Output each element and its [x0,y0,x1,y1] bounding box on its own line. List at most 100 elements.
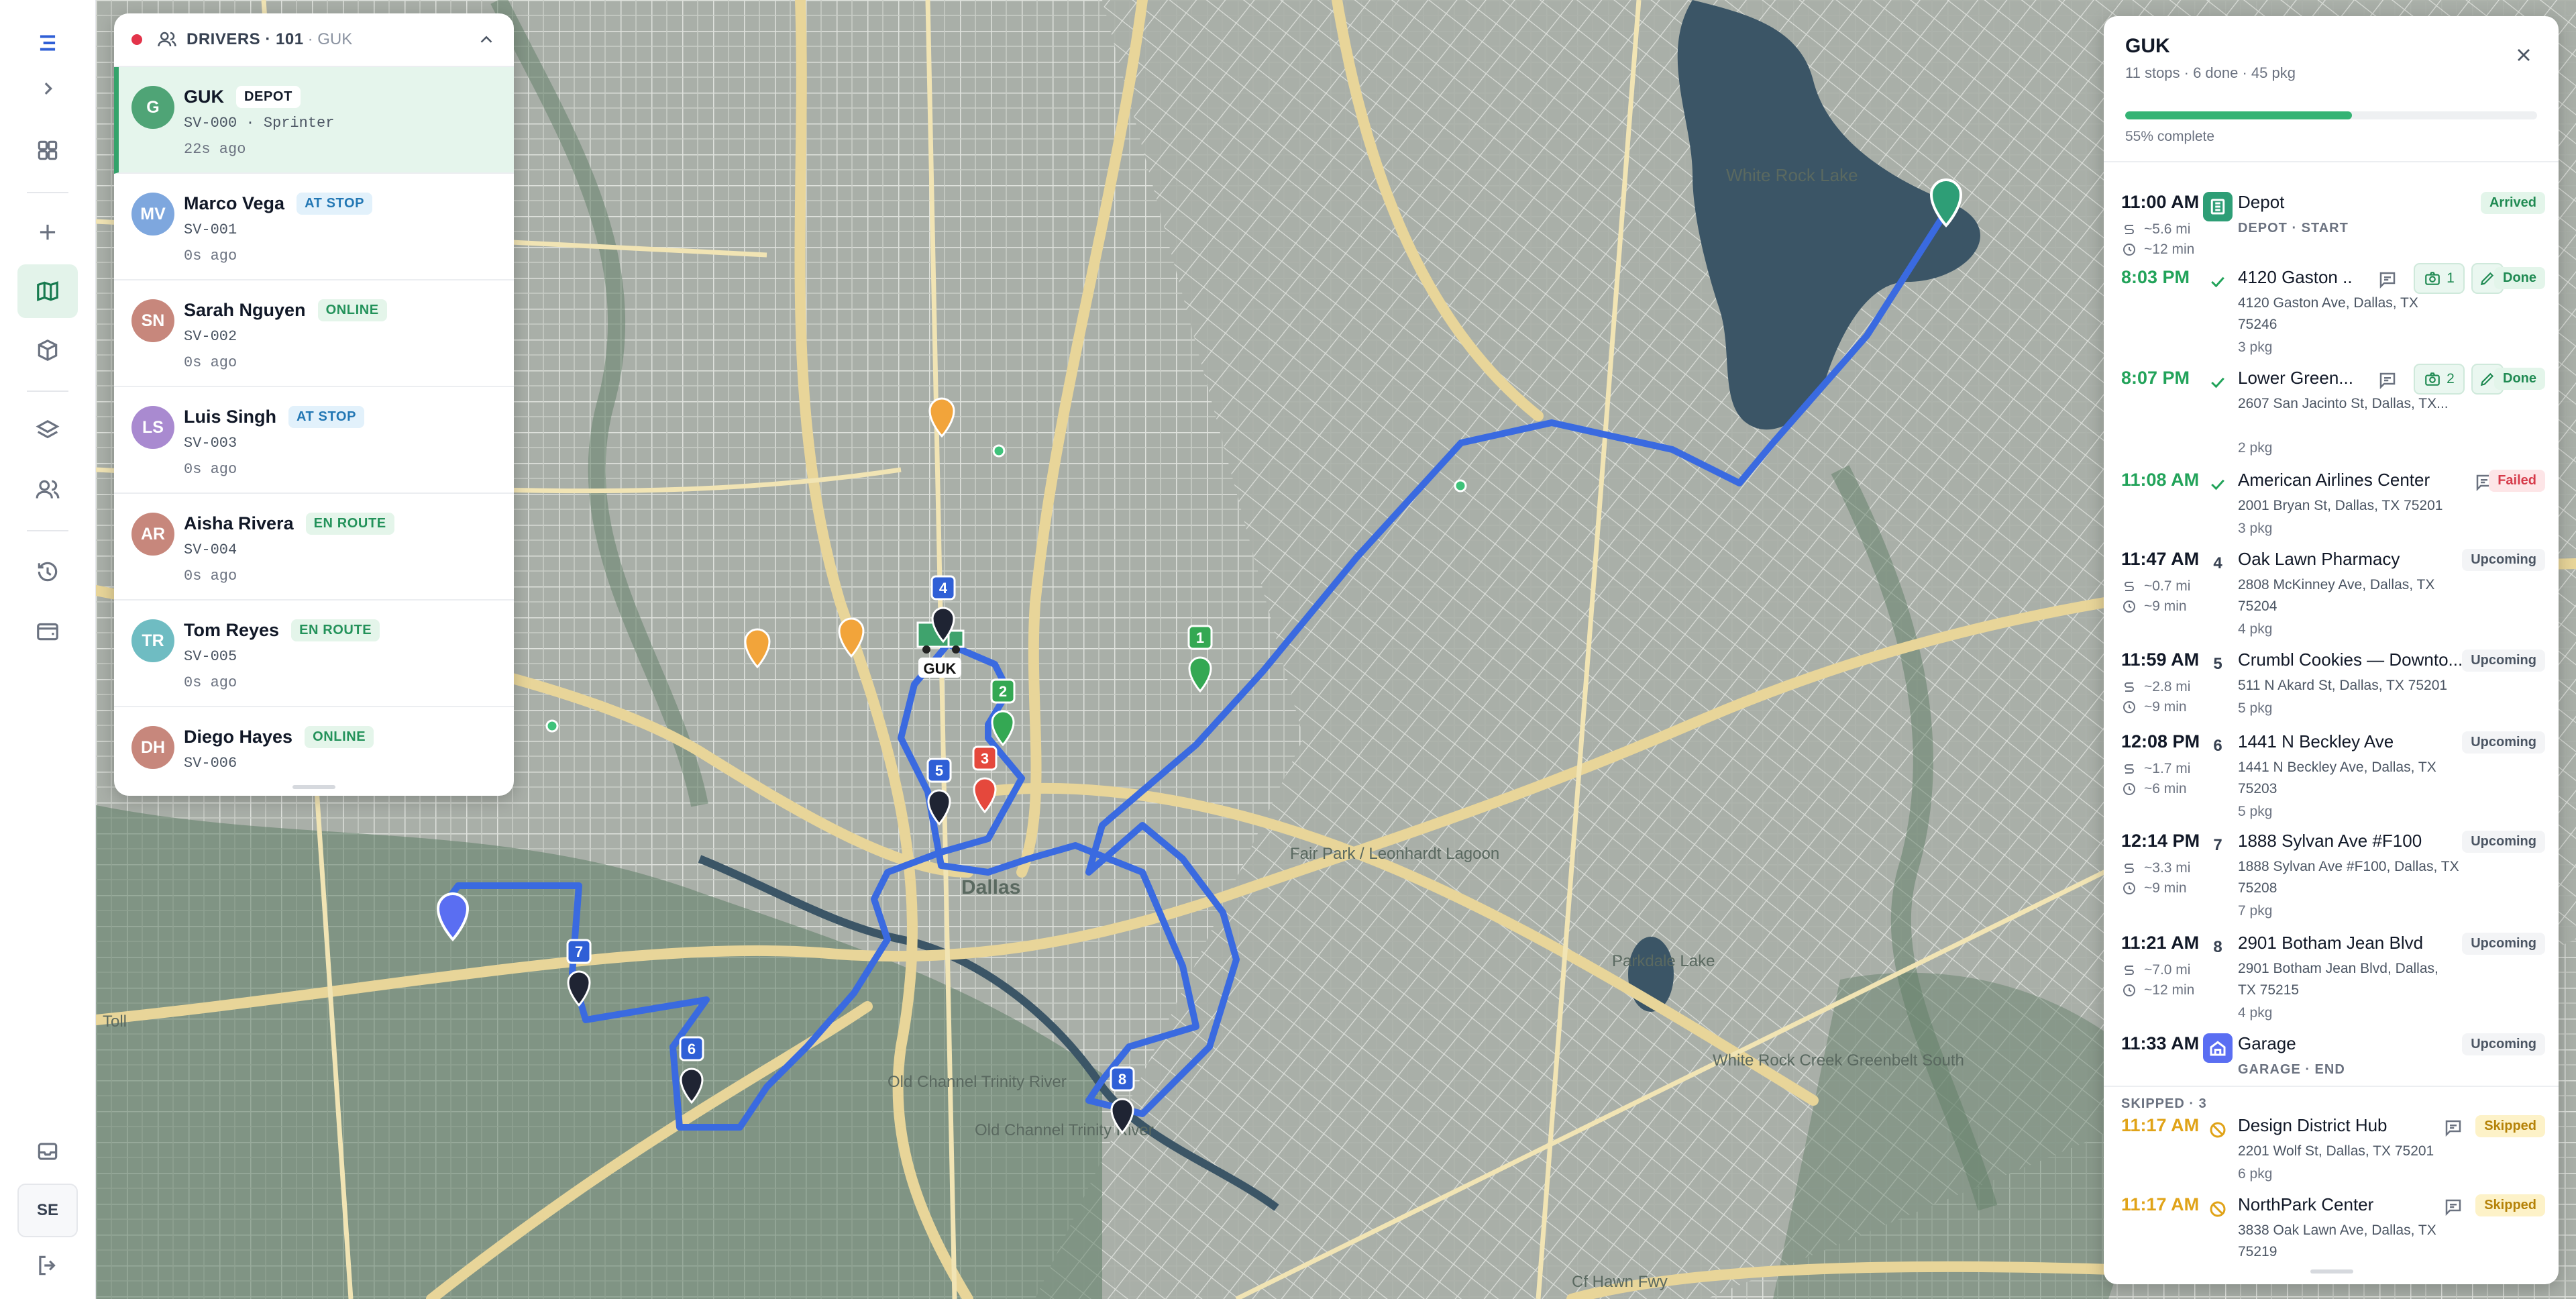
avatar: TR [131,619,174,662]
section-divider [2104,1086,2559,1087]
status-badge: AT STOP [288,406,365,428]
driver-name: Marco Vega [184,193,285,213]
stop-package-count: 5 pkg [2238,804,2273,819]
stop-package-count: 6 pkg [2238,1166,2273,1182]
driver-row[interactable]: LS Luis Singh AT STOP SV-003 0s ago [114,387,514,494]
photos-button[interactable]: 1 [2414,263,2465,294]
rail-divider [27,192,68,193]
driver-row[interactable]: AR Aisha Rivera EN ROUTE SV-004 0s ago [114,494,514,601]
route-driver-title: GUK [2125,35,2170,57]
close-icon[interactable] [2513,44,2534,66]
driver-name: GUK [184,87,224,107]
leg-duration-value: ~9 min [2144,880,2187,896]
left-rail: SE [0,0,96,1299]
stop-address: 511 N Akard St, Dallas, TX 75201 [2238,678,2448,693]
stop-status-badge: Failed [2489,470,2545,492]
map-icon[interactable] [17,264,78,318]
note-icon[interactable] [2377,370,2398,391]
drivers-header[interactable]: DRIVERS · 101 · GUK [114,13,514,67]
stop-name: American Airlines Center [2238,470,2430,490]
stop-time: 8:03 PM [2121,267,2190,287]
driver-row[interactable]: TR Tom Reyes EN ROUTE SV-005 0s ago [114,601,514,707]
driver-vehicle: SV-005 [184,648,237,665]
note-icon[interactable] [2377,270,2398,290]
layers-icon[interactable] [17,404,78,458]
stop-address: 2001 Bryan St, Dallas, TX 75201 [2238,498,2443,513]
poi-dot [992,444,1006,458]
drivers-icon [158,32,176,47]
wallet-icon[interactable] [17,604,78,658]
stop-name: 1888 Sylvan Ave #F100 [2238,831,2422,851]
driver-row[interactable]: G GUK DEPOT SV-000 · Sprinter 22s ago [114,67,514,174]
leg-duration-value: ~9 min [2144,599,2187,614]
stop-time: 11:59 AM [2121,650,2200,670]
driver-last-seen: 0s ago [184,674,237,691]
driver-vehicle: SV-004 [184,541,237,558]
logout-icon[interactable] [17,1239,78,1292]
marker-label: 2 [999,683,1007,700]
leg-duration: ~9 min [2121,699,2187,715]
driver-name-line: Aisha Rivera EN ROUTE [184,513,514,535]
leg-duration-value: ~12 min [2144,242,2195,257]
expand-rail-chevron-icon[interactable] [17,62,78,115]
stop-status-badge: Skipped [2475,1194,2545,1216]
drivers-panel: DRIVERS · 101 · GUK G GUK DEPOT SV-000 ·… [114,13,514,796]
route-progress-label: 55% complete [2125,129,2215,144]
avatar: DH [131,726,174,769]
note-icon[interactable] [2443,1118,2463,1138]
driver-last-seen: 0s ago [184,248,237,264]
stop-time: 11:21 AM [2121,933,2200,953]
driver-row[interactable]: MV Marco Vega AT STOP SV-001 0s ago [114,174,514,280]
collapse-chevron-up-icon[interactable] [476,30,496,50]
route-resize-grip[interactable] [2310,1269,2353,1274]
stop-package-count: 3 pkg [2238,340,2273,355]
map-label-white-rock-creek: White Rock Creek Greenbelt South [1713,1051,1964,1070]
marker-label: 4 [939,580,948,596]
driver-row[interactable]: SN Sarah Nguyen ONLINE SV-002 0s ago [114,280,514,387]
stop-address: 3838 Oak Lawn Ave, Dallas, TX 75219 [2238,1223,2436,1259]
map-label-white-rock-lake: White Rock Lake [1726,165,1858,185]
stop-number: 6 [2213,737,2222,755]
driver-vehicle: SV-002 [184,328,237,345]
avatar: G [131,86,174,129]
avatar: MV [131,193,174,236]
stop-name: NorthPark Center [2238,1194,2374,1214]
stop-status-badge: Upcoming [2462,933,2545,955]
leg-duration-value: ~12 min [2144,982,2195,998]
route-progress-bar [2125,111,2537,119]
driver-name-line: Luis Singh AT STOP [184,406,514,428]
stop-name: 1441 N Beckley Ave [2238,731,2394,751]
users-icon[interactable] [17,463,78,517]
status-badge: ONLINE [305,726,374,748]
driver-name: Aisha Rivera [184,513,294,533]
truck-label: GUK [924,660,957,677]
stop-status-badge: Skipped [2475,1115,2545,1137]
driver-row[interactable]: DH Diego Hayes ONLINE SV-006 [114,707,514,796]
route-panel: GUK 11 stops · 6 done · 45 pkg 55% compl… [2104,16,2559,1284]
history-icon[interactable] [17,545,78,599]
user-avatar-button[interactable]: SE [17,1184,78,1237]
leg-duration: ~12 min [2121,982,2194,998]
marker-label: 5 [935,762,943,779]
photo-count: 2 [2447,371,2455,386]
skipped-ban-icon [2203,1115,2233,1145]
note-icon[interactable] [2443,1197,2463,1217]
status-badge: EN ROUTE [305,513,394,535]
driver-last-seen: 0s ago [184,568,237,584]
add-icon[interactable] [17,205,78,259]
leg-distance: ~5.6 mi [2121,221,2190,238]
inbox-icon[interactable] [17,1125,78,1178]
package-icon[interactable] [17,323,78,377]
avatar: LS [131,406,174,449]
driver-name-line: Sarah Nguyen ONLINE [184,299,514,321]
stop-name: 2901 Botham Jean Blvd [2238,933,2424,953]
photos-button[interactable]: 2 [2414,364,2465,395]
dashboard-icon[interactable] [17,123,78,177]
drivers-resize-grip[interactable] [292,785,335,789]
stop-time: 11:17 AM [2121,1115,2200,1135]
stop-status-badge: Upcoming [2462,549,2545,571]
drivers-subtitle: · GUK [307,30,353,48]
garage-icon [2203,1033,2233,1063]
stop-time: 11:00 AM [2121,192,2200,212]
driver-list: G GUK DEPOT SV-000 · Sprinter 22s ago MV … [114,67,514,796]
